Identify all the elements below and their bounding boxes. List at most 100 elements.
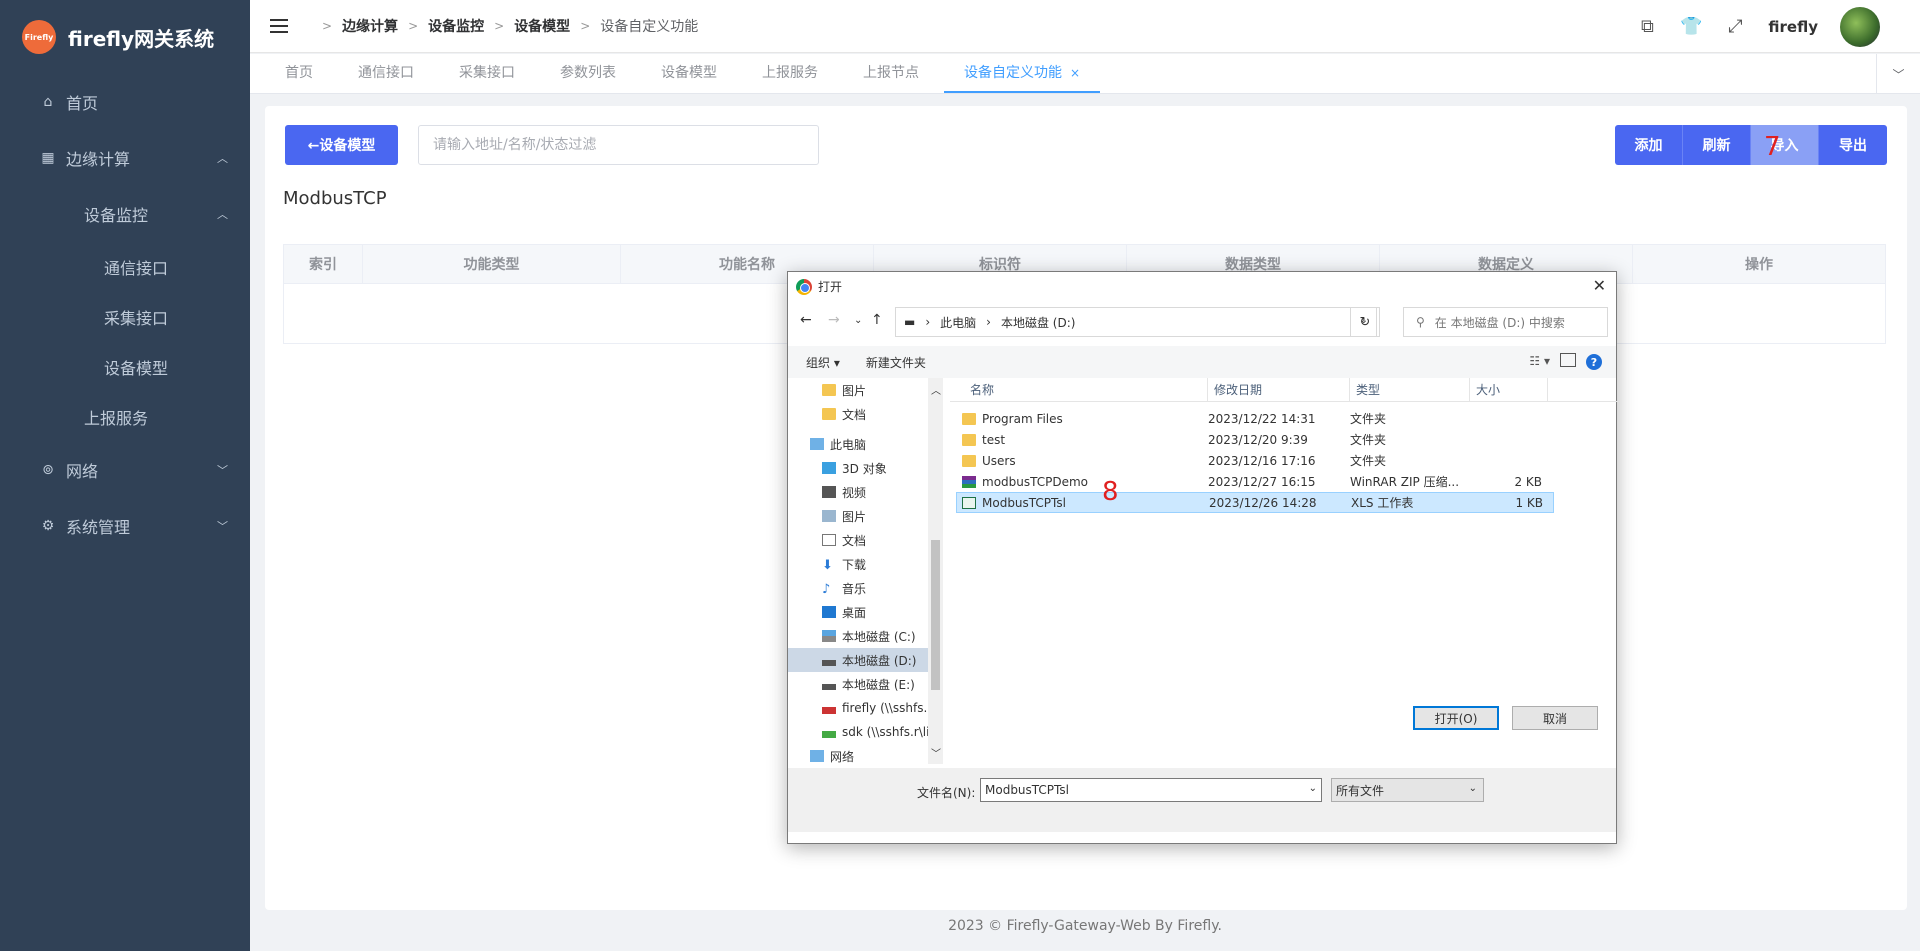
chevron-down-icon[interactable]: ﹀ [931,745,941,760]
tab-collect-interface[interactable]: 采集接口 [439,53,535,93]
header-actions: ⧉ 👕 ⤢ firefly [1636,0,1880,53]
nav-item-drive-c[interactable]: 本地磁盘 (C:) [788,624,943,648]
nav-item-label: 视频 [842,485,867,500]
dialog-titlebar[interactable]: 打开 [788,272,1616,301]
tshirt-icon[interactable]: 👕 [1680,16,1702,38]
search-box[interactable]: ⚲ 在 本地磁盘 (D:) 中搜索 [1403,307,1608,337]
column-header-type[interactable]: 类型 [1350,377,1470,402]
translate-icon[interactable]: ⧉ [1636,16,1658,38]
action-button-group: 添加 刷新 导入 导出 [1615,125,1887,165]
forward-arrow-icon[interactable]: → [828,312,840,328]
nav-item-pictures[interactable]: 图片 [788,378,943,402]
import-button[interactable]: 导入 [1751,125,1819,165]
close-icon[interactable]: × [1070,66,1080,80]
help-icon[interactable]: ? [1586,354,1602,370]
file-row[interactable]: Users 2023/12/16 17:16 文件夹 [956,450,1554,471]
chevron-down-icon[interactable]: ⌄ [854,315,862,326]
file-row-selected[interactable]: ModbusTCPTsl 2023/12/26 14:28 XLS 工作表 1 … [956,492,1554,513]
avatar[interactable] [1840,6,1880,47]
search-placeholder: 在 本地磁盘 (D:) 中搜索 [1434,315,1565,330]
sidebar-item-comm-interface[interactable]: 通信接口 [0,242,250,292]
logo[interactable]: Firefly firefly网关系统 [0,0,250,74]
nav-item-desktop[interactable]: 桌面 [788,600,943,624]
chevron-up-icon[interactable]: ︿ [931,382,941,397]
tab-device-custom-function[interactable]: 设备自定义功能 × [944,53,1101,93]
nav-item-pictures-2[interactable]: 图片 [788,504,943,528]
preview-pane-icon[interactable] [1560,353,1576,367]
nav-item-documents-2[interactable]: 文档 [788,528,943,552]
scrollbar-thumb[interactable] [931,540,940,690]
column-header-date[interactable]: 修改日期 [1208,377,1350,402]
breadcrumb-item[interactable]: > 设备监控 [398,16,484,36]
nav-item-network[interactable]: 网络 [788,744,943,764]
tab-comm-interface[interactable]: 通信接口 [338,53,434,93]
tab-param-list[interactable]: 参数列表 [540,53,636,93]
desktop-icon [822,606,836,618]
sidebar: Firefly firefly网关系统 ⌂ 首页 ▦ 边缘计算 ︿ 设备监控 ︿… [0,0,250,951]
breadcrumb-label: 设备监控 [428,19,485,35]
nav-item-drive-d[interactable]: 本地磁盘 (D:) [788,648,943,672]
sidebar-item-collect-interface[interactable]: 采集接口 [0,292,250,342]
sidebar-item-device-monitor[interactable]: 设备监控 ︿ [0,186,250,242]
organize-button[interactable]: 组织 ▾ [806,354,840,371]
breadcrumb-item[interactable]: > 边缘计算 [312,16,398,36]
address-segment[interactable]: 本地磁盘 (D:) [1001,314,1075,331]
nav-item-videos[interactable]: 视频 [788,480,943,504]
sidebar-item-label: 系统管理 [66,518,131,537]
file-row[interactable]: modbusTCPDemo 2023/12/27 16:15 WinRAR ZI… [956,471,1554,492]
tab-device-model[interactable]: 设备模型 [641,53,737,93]
view-options-icon[interactable]: ☷ ▾ [1529,354,1550,368]
new-folder-button[interactable]: 新建文件夹 [866,354,926,371]
filename-input[interactable]: ModbusTCPTsl ⌄ [980,778,1322,802]
tab-bar: 首页 通信接口 采集接口 参数列表 设备模型 上报服务 上报节点 设备自定义功能… [250,54,1920,94]
tab-label: 采集接口 [459,65,515,81]
username[interactable]: firefly [1768,18,1818,36]
nav-item-network-drive-sdk[interactable]: sdk (\\sshfs.r\li [788,720,943,744]
back-to-device-model-button[interactable]: ←设备模型 [285,125,398,165]
filetype-select[interactable]: 所有文件 ⌄ [1331,778,1484,802]
address-segment[interactable]: 此电脑 [940,314,976,331]
up-arrow-icon[interactable]: ↑ [871,312,883,328]
nav-item-this-pc[interactable]: 此电脑 [788,432,943,456]
fullscreen-icon[interactable]: ⤢ [1724,16,1746,38]
sidebar-item-system[interactable]: ⚙ 系统管理 ﹀ [0,498,250,554]
sidebar-item-device-model[interactable]: 设备模型 [0,342,250,392]
navpane-scrollbar[interactable]: ︿ ﹀ [928,378,943,764]
back-arrow-icon[interactable]: ← [800,312,812,328]
drive-icon: ▬ [904,315,916,329]
column-header-size[interactable]: 大小 [1470,377,1548,402]
sidebar-item-report-service[interactable]: 上报服务 [0,392,250,442]
nav-item-label: 3D 对象 [842,461,887,476]
sidebar-item-network[interactable]: ⊚ 网络 ﹀ [0,442,250,498]
chevron-down-icon[interactable]: ﹀ [1876,54,1920,94]
breadcrumb-item[interactable]: > 设备模型 [484,16,570,36]
nav-item-drive-e[interactable]: 本地磁盘 (E:) [788,672,943,696]
sidebar-item-home[interactable]: ⌂ 首页 [0,74,250,130]
tab-home[interactable]: 首页 [265,53,333,93]
sidebar-item-edge-compute[interactable]: ▦ 边缘计算 ︿ [0,130,250,186]
tab-report-node[interactable]: 上报节点 [843,53,939,93]
close-icon[interactable]: ✕ [1593,276,1606,295]
refresh-button[interactable]: 刷新 [1683,125,1751,165]
add-button[interactable]: 添加 [1615,125,1683,165]
file-row[interactable]: Program Files 2023/12/22 14:31 文件夹 [956,408,1554,429]
cancel-button[interactable]: 取消 [1512,706,1598,730]
nav-item-network-drive-firefly[interactable]: firefly (\\sshfs.r [788,696,943,720]
export-button[interactable]: 导出 [1819,125,1887,165]
open-button[interactable]: 打开(O) [1413,706,1499,730]
file-row[interactable]: test 2023/12/20 9:39 文件夹 [956,429,1554,450]
nav-item-documents[interactable]: 文档 [788,402,943,426]
tab-report-service[interactable]: 上报服务 [742,53,838,93]
annotation-step-8: 8 [1102,477,1119,507]
nav-item-downloads[interactable]: ⬇ 下载 [788,552,943,576]
filter-input[interactable] [418,125,819,165]
folder-icon [962,412,976,425]
chevron-down-icon[interactable]: ⌄ [1309,783,1317,794]
nav-item-3d-objects[interactable]: 3D 对象 [788,456,943,480]
hamburger-icon[interactable] [270,19,288,33]
document-icon [822,534,836,546]
nav-item-music[interactable]: ♪ 音乐 [788,576,943,600]
refresh-icon[interactable]: ↻ [1350,307,1380,337]
column-header-name[interactable]: 名称 [950,377,1208,402]
address-bar[interactable]: ▬ › 此电脑 › 本地磁盘 (D:) ⌄ [895,307,1377,337]
